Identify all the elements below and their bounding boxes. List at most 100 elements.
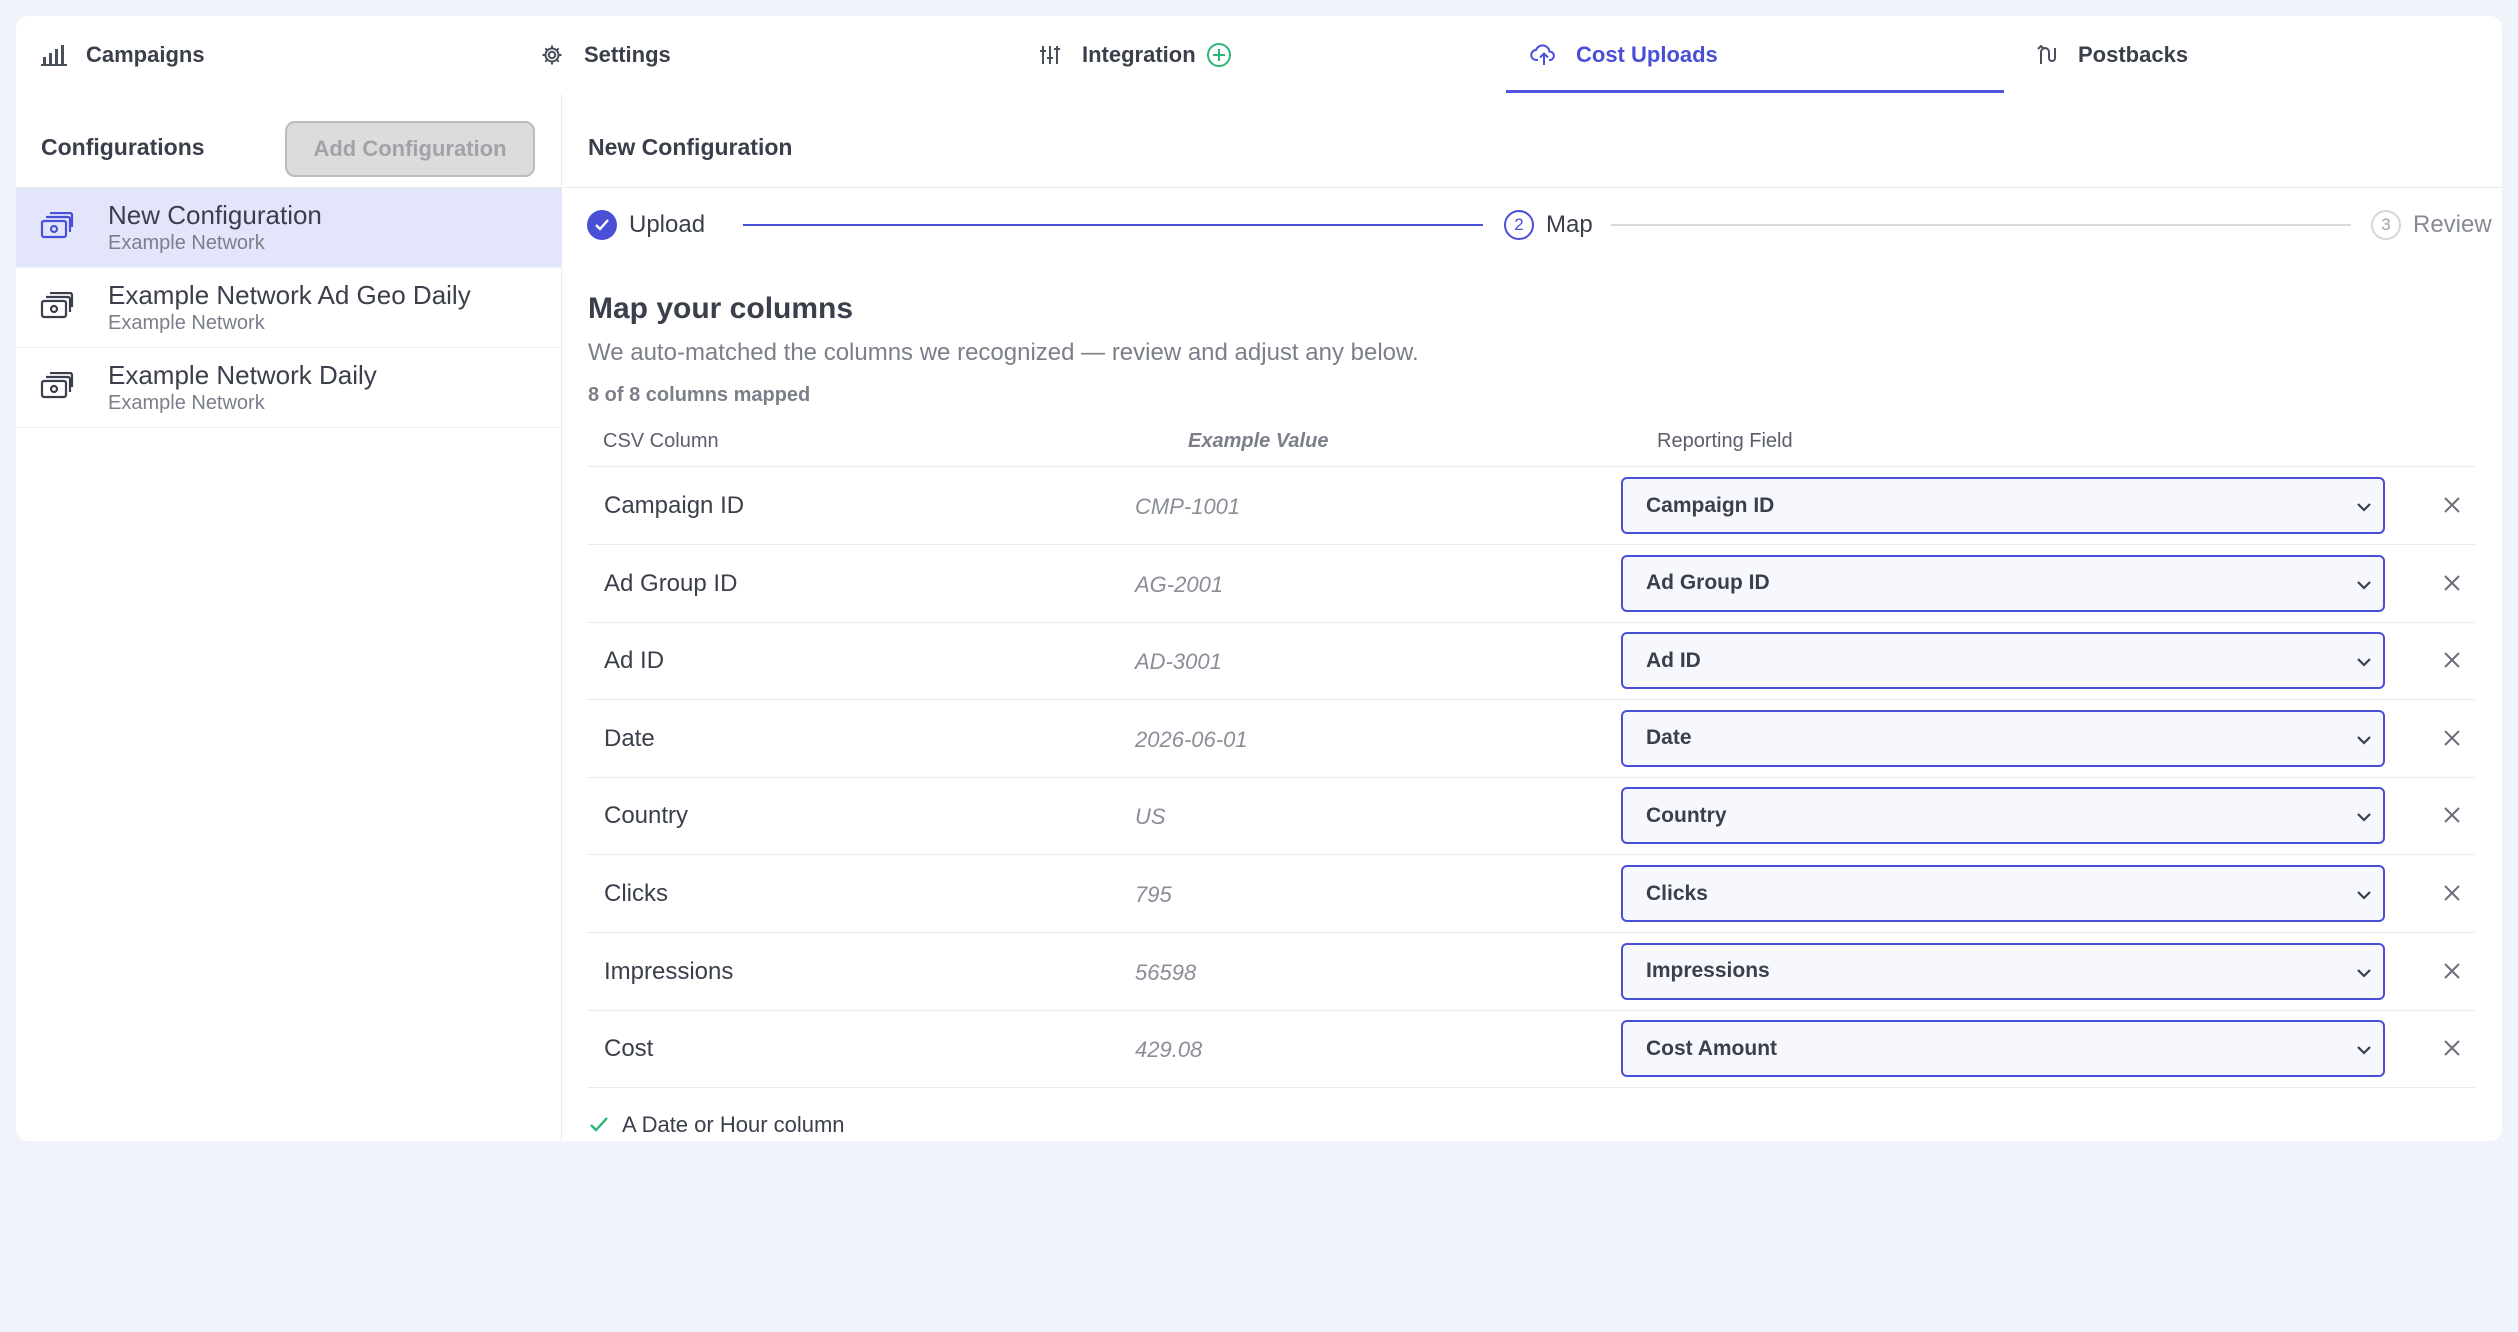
tab-cost-uploads[interactable]: Cost Uploads	[1530, 16, 1718, 94]
reporting-field-select[interactable]: Ad Group ID	[1621, 554, 2385, 612]
sliders-icon	[1036, 41, 1064, 69]
tab-label: Postbacks	[2078, 42, 2189, 67]
config-name: Example Network Ad Geo Daily	[108, 280, 471, 310]
remove-mapping-icon[interactable]	[2439, 570, 2465, 596]
money-stack-icon	[40, 211, 76, 242]
sidebar-title: Configurations	[41, 134, 205, 160]
chevron-down-icon	[2353, 806, 2375, 828]
step-label: Review	[2413, 211, 2492, 238]
config-item-ad-geo-daily[interactable]: Example Network Ad Geo Daily Example Net…	[16, 268, 562, 348]
reporting-field-select[interactable]: Campaign ID	[1621, 477, 2385, 534]
main-header: New Configuration	[563, 94, 2502, 188]
chevron-down-icon	[2353, 496, 2375, 518]
example-value: AD-3001	[1135, 649, 1222, 675]
reporting-field-select[interactable]: Impressions	[1621, 942, 2385, 1000]
requirement-text: A Date or Hour column	[622, 1112, 845, 1137]
table-row: Ad ID AD-3001 Ad ID	[587, 622, 2475, 701]
tab-settings[interactable]: Settings	[538, 16, 671, 94]
config-network: Example Network	[108, 392, 265, 414]
reporting-field-select[interactable]: Country	[1621, 787, 2385, 845]
example-value: 56598	[1135, 959, 1197, 985]
column-header-field: Reporting Field	[1657, 430, 1793, 452]
mapped-count: 8 of 8 columns mapped	[588, 384, 811, 406]
selected-field: Country	[1646, 803, 1727, 827]
step-review[interactable]: 3 Review	[2371, 210, 2492, 240]
remove-mapping-icon[interactable]	[2439, 880, 2465, 906]
main-panel: New Configuration Upload 2 Map 3 Review …	[563, 94, 2502, 1141]
app-card: Campaigns Settings Integration Cost Uplo…	[16, 16, 2502, 1141]
remove-mapping-icon[interactable]	[2439, 647, 2465, 673]
table-row: Country US Country	[587, 777, 2475, 856]
selected-field: Ad ID	[1646, 648, 1701, 672]
check-circle-icon	[587, 210, 617, 240]
remove-mapping-icon[interactable]	[2439, 802, 2465, 828]
remove-mapping-icon[interactable]	[2439, 1035, 2465, 1061]
config-network: Example Network	[108, 232, 265, 254]
chevron-down-icon	[2353, 574, 2375, 596]
step-number: 2	[1504, 210, 1534, 240]
csv-column-name: Impressions	[604, 957, 734, 985]
column-header-csv: CSV Column	[603, 430, 719, 452]
add-configuration-button[interactable]: Add Configuration	[285, 121, 535, 177]
chevron-down-icon	[2353, 962, 2375, 984]
table-row: Ad Group ID AG-2001 Ad Group ID	[587, 545, 2475, 623]
example-value: US	[1135, 804, 1166, 830]
chevron-down-icon	[2353, 729, 2375, 751]
route-icon	[2032, 41, 2060, 69]
remove-mapping-icon[interactable]	[2439, 725, 2465, 751]
config-item-network-daily[interactable]: Example Network Daily Example Network	[16, 348, 562, 428]
step-label: Upload	[629, 211, 706, 238]
step-upload[interactable]: Upload	[587, 210, 705, 240]
example-value: 429.08	[1135, 1037, 1203, 1063]
cloud-upload-icon	[1530, 41, 1558, 69]
chevron-down-icon	[2353, 884, 2375, 906]
example-value: 2026-06-01	[1135, 726, 1248, 752]
active-tab-indicator	[1506, 90, 2004, 93]
selected-field: Impressions	[1646, 959, 1770, 983]
table-row: Campaign ID CMP-1001 Campaign ID	[587, 467, 2475, 545]
csv-column-name: Clicks	[604, 880, 668, 907]
check-icon	[588, 1114, 610, 1136]
money-stack-icon	[40, 371, 76, 402]
selected-field: Cost Amount	[1646, 1036, 1778, 1060]
step-label: Map	[1546, 211, 1593, 238]
remove-mapping-icon[interactable]	[2439, 492, 2465, 518]
csv-column-name: Country	[604, 802, 689, 830]
example-value: CMP-1001	[1135, 494, 1241, 519]
bar-chart-icon	[40, 41, 68, 69]
step-number: 3	[2371, 210, 2401, 240]
selected-field: Ad Group ID	[1646, 571, 1770, 595]
table-row: Date 2026-06-01 Date	[587, 700, 2475, 778]
config-name: New Configuration	[108, 200, 322, 230]
remove-mapping-icon[interactable]	[2439, 958, 2465, 984]
tab-campaigns[interactable]: Campaigns	[40, 16, 205, 94]
reporting-field-select[interactable]: Date	[1621, 709, 2385, 767]
column-header-example: Example Value	[1188, 430, 1329, 452]
tab-label: Settings	[584, 42, 671, 67]
csv-column-name: Date	[604, 724, 655, 752]
gear-icon	[538, 41, 566, 69]
configurations-sidebar: Configurations Add Configuration New Con…	[16, 94, 562, 1141]
csv-column-name: Cost	[604, 1035, 654, 1063]
tab-integration[interactable]: Integration	[1036, 16, 1232, 94]
selected-field: Campaign ID	[1646, 493, 1775, 517]
plus-circle-icon	[1206, 42, 1232, 68]
sidebar-header: Configurations Add Configuration	[16, 94, 562, 188]
reporting-field-select[interactable]: Ad ID	[1621, 632, 2385, 690]
table-row: Clicks 795 Clicks	[587, 855, 2475, 933]
section-description: We auto-matched the columns we recognize…	[588, 339, 1419, 366]
config-network: Example Network	[108, 312, 265, 334]
config-name: Example Network Daily	[108, 360, 377, 390]
config-item-new-configuration[interactable]: New Configuration Example Network	[16, 188, 562, 268]
csv-column-name: Campaign ID	[604, 492, 745, 519]
money-stack-icon	[40, 291, 76, 322]
reporting-field-select[interactable]: Clicks	[1621, 865, 2385, 922]
step-map[interactable]: 2 Map	[1504, 210, 1593, 240]
step-connector-done	[743, 224, 1483, 226]
tab-label: Cost Uploads	[1576, 42, 1718, 67]
section-title: Map your columns	[588, 292, 854, 325]
selected-field: Date	[1646, 726, 1692, 750]
reporting-field-select[interactable]: Cost Amount	[1621, 1020, 2385, 1078]
tab-label: Campaigns	[86, 42, 205, 67]
tab-postbacks[interactable]: Postbacks	[2032, 16, 2188, 94]
